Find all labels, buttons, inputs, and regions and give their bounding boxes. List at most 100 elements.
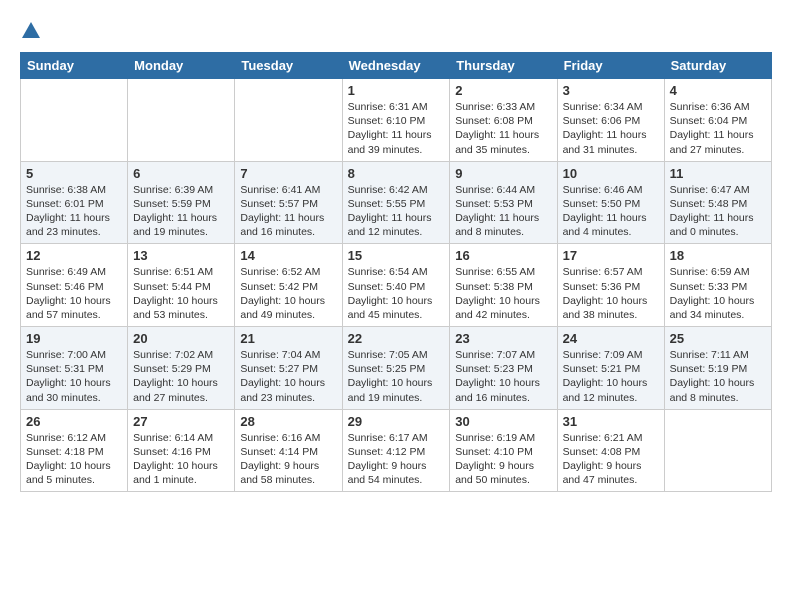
calendar-cell: 10 Sunrise: 6:46 AMSunset: 5:50 PMDayligh… (557, 161, 664, 244)
calendar-cell (664, 409, 771, 492)
day-number: 14 (240, 248, 336, 263)
calendar-cell: 11 Sunrise: 6:47 AMSunset: 5:48 PMDayligh… (664, 161, 771, 244)
calendar-week-4: 19 Sunrise: 7:00 AMSunset: 5:31 PMDayligh… (21, 327, 772, 410)
calendar-cell: 23Sunrise: 7:07 AMSunset: 5:23 PMDayligh… (450, 327, 557, 410)
day-info: Sunrise: 6:41 AMSunset: 5:57 PMDaylight:… (240, 183, 336, 240)
calendar-week-5: 26 Sunrise: 6:12 AMSunset: 4:18 PMDayligh… (21, 409, 772, 492)
calendar-cell: 28 Sunrise: 6:16 AMSunset: 4:14 PMDayligh… (235, 409, 342, 492)
calendar-cell: 9 Sunrise: 6:44 AMSunset: 5:53 PMDaylight… (450, 161, 557, 244)
day-number: 9 (455, 166, 551, 181)
day-info: Sunrise: 7:05 AMSunset: 5:25 PMDaylight:… (348, 348, 445, 405)
calendar-week-2: 5 Sunrise: 6:38 AMSunset: 6:01 PMDaylight… (21, 161, 772, 244)
calendar-cell: 6 Sunrise: 6:39 AMSunset: 5:59 PMDaylight… (128, 161, 235, 244)
day-number: 20 (133, 331, 229, 346)
calendar-cell: 7Sunrise: 6:41 AMSunset: 5:57 PMDaylight… (235, 161, 342, 244)
day-info: Sunrise: 6:59 AMSunset: 5:33 PMDaylight:… (670, 265, 766, 322)
calendar-cell: 15Sunrise: 6:54 AMSunset: 5:40 PMDayligh… (342, 244, 450, 327)
day-number: 19 (26, 331, 122, 346)
calendar-cell: 5 Sunrise: 6:38 AMSunset: 6:01 PMDaylight… (21, 161, 128, 244)
day-info: Sunrise: 7:04 AMSunset: 5:27 PMDaylight:… (240, 348, 336, 405)
calendar-cell: 13 Sunrise: 6:51 AMSunset: 5:44 PMDayligh… (128, 244, 235, 327)
day-number: 28 (240, 414, 336, 429)
day-info: Sunrise: 6:36 AMSunset: 6:04 PMDaylight:… (670, 100, 766, 157)
day-number: 5 (26, 166, 122, 181)
calendar-week-3: 12 Sunrise: 6:49 AMSunset: 5:46 PMDayligh… (21, 244, 772, 327)
col-header-sunday: Sunday (21, 53, 128, 79)
calendar-cell: 24 Sunrise: 7:09 AMSunset: 5:21 PMDayligh… (557, 327, 664, 410)
col-header-monday: Monday (128, 53, 235, 79)
day-info: Sunrise: 6:31 AMSunset: 6:10 PMDaylight:… (348, 100, 445, 157)
day-info: Sunrise: 7:02 AMSunset: 5:29 PMDaylight:… (133, 348, 229, 405)
day-number: 4 (670, 83, 766, 98)
day-number: 30 (455, 414, 551, 429)
day-info: Sunrise: 6:49 AMSunset: 5:46 PMDaylight:… (26, 265, 122, 322)
day-number: 6 (133, 166, 229, 181)
calendar-cell: 18 Sunrise: 6:59 AMSunset: 5:33 PMDayligh… (664, 244, 771, 327)
day-number: 21 (240, 331, 336, 346)
day-info: Sunrise: 7:11 AMSunset: 5:19 PMDaylight:… (670, 348, 766, 405)
day-number: 31 (563, 414, 659, 429)
calendar-cell: 1Sunrise: 6:31 AMSunset: 6:10 PMDaylight… (342, 79, 450, 162)
day-info: Sunrise: 7:09 AMSunset: 5:21 PMDaylight:… (563, 348, 659, 405)
day-number: 15 (348, 248, 445, 263)
day-number: 13 (133, 248, 229, 263)
calendar-week-1: 1Sunrise: 6:31 AMSunset: 6:10 PMDaylight… (21, 79, 772, 162)
calendar-cell: 20 Sunrise: 7:02 AMSunset: 5:29 PMDayligh… (128, 327, 235, 410)
day-info: Sunrise: 6:33 AMSunset: 6:08 PMDaylight:… (455, 100, 551, 157)
calendar-cell: 4 Sunrise: 6:36 AMSunset: 6:04 PMDaylight… (664, 79, 771, 162)
day-info: Sunrise: 6:39 AMSunset: 5:59 PMDaylight:… (133, 183, 229, 240)
day-number: 3 (563, 83, 659, 98)
logo (20, 20, 42, 42)
day-info: Sunrise: 6:19 AMSunset: 4:10 PMDaylight:… (455, 431, 551, 488)
col-header-saturday: Saturday (664, 53, 771, 79)
calendar-cell: 3 Sunrise: 6:34 AMSunset: 6:06 PMDaylight… (557, 79, 664, 162)
calendar-cell: 25 Sunrise: 7:11 AMSunset: 5:19 PMDayligh… (664, 327, 771, 410)
day-info: Sunrise: 6:17 AMSunset: 4:12 PMDaylight:… (348, 431, 445, 488)
calendar-cell: 2 Sunrise: 6:33 AMSunset: 6:08 PMDaylight… (450, 79, 557, 162)
day-info: Sunrise: 6:55 AMSunset: 5:38 PMDaylight:… (455, 265, 551, 322)
day-info: Sunrise: 6:44 AMSunset: 5:53 PMDaylight:… (455, 183, 551, 240)
col-header-wednesday: Wednesday (342, 53, 450, 79)
day-number: 2 (455, 83, 551, 98)
day-info: Sunrise: 7:00 AMSunset: 5:31 PMDaylight:… (26, 348, 122, 405)
calendar-cell (235, 79, 342, 162)
calendar-cell: 26 Sunrise: 6:12 AMSunset: 4:18 PMDayligh… (21, 409, 128, 492)
day-info: Sunrise: 6:34 AMSunset: 6:06 PMDaylight:… (563, 100, 659, 157)
calendar-cell: 16 Sunrise: 6:55 AMSunset: 5:38 PMDayligh… (450, 244, 557, 327)
calendar-cell: 14 Sunrise: 6:52 AMSunset: 5:42 PMDayligh… (235, 244, 342, 327)
calendar-cell (128, 79, 235, 162)
day-info: Sunrise: 6:42 AMSunset: 5:55 PMDaylight:… (348, 183, 445, 240)
calendar-cell: 29 Sunrise: 6:17 AMSunset: 4:12 PMDayligh… (342, 409, 450, 492)
day-number: 8 (348, 166, 445, 181)
day-info: Sunrise: 6:47 AMSunset: 5:48 PMDaylight:… (670, 183, 766, 240)
day-info: Sunrise: 6:16 AMSunset: 4:14 PMDaylight:… (240, 431, 336, 488)
day-number: 16 (455, 248, 551, 263)
col-header-tuesday: Tuesday (235, 53, 342, 79)
calendar-cell: 8 Sunrise: 6:42 AMSunset: 5:55 PMDaylight… (342, 161, 450, 244)
calendar-cell: 22Sunrise: 7:05 AMSunset: 5:25 PMDayligh… (342, 327, 450, 410)
day-info: Sunrise: 6:46 AMSunset: 5:50 PMDaylight:… (563, 183, 659, 240)
logo-icon (20, 20, 42, 42)
day-number: 25 (670, 331, 766, 346)
calendar-cell: 17Sunrise: 6:57 AMSunset: 5:36 PMDayligh… (557, 244, 664, 327)
day-number: 27 (133, 414, 229, 429)
day-info: Sunrise: 6:38 AMSunset: 6:01 PMDaylight:… (26, 183, 122, 240)
day-info: Sunrise: 6:52 AMSunset: 5:42 PMDaylight:… (240, 265, 336, 322)
calendar-cell (21, 79, 128, 162)
day-number: 29 (348, 414, 445, 429)
col-header-thursday: Thursday (450, 53, 557, 79)
day-number: 23 (455, 331, 551, 346)
day-number: 10 (563, 166, 659, 181)
calendar-table: SundayMondayTuesdayWednesdayThursdayFrid… (20, 52, 772, 492)
calendar-cell: 31Sunrise: 6:21 AMSunset: 4:08 PMDayligh… (557, 409, 664, 492)
day-number: 17 (563, 248, 659, 263)
day-number: 24 (563, 331, 659, 346)
day-number: 26 (26, 414, 122, 429)
calendar-cell: 27 Sunrise: 6:14 AMSunset: 4:16 PMDayligh… (128, 409, 235, 492)
day-info: Sunrise: 6:14 AMSunset: 4:16 PMDaylight:… (133, 431, 229, 488)
day-number: 12 (26, 248, 122, 263)
day-info: Sunrise: 6:12 AMSunset: 4:18 PMDaylight:… (26, 431, 122, 488)
day-number: 18 (670, 248, 766, 263)
day-number: 11 (670, 166, 766, 181)
day-info: Sunrise: 6:51 AMSunset: 5:44 PMDaylight:… (133, 265, 229, 322)
